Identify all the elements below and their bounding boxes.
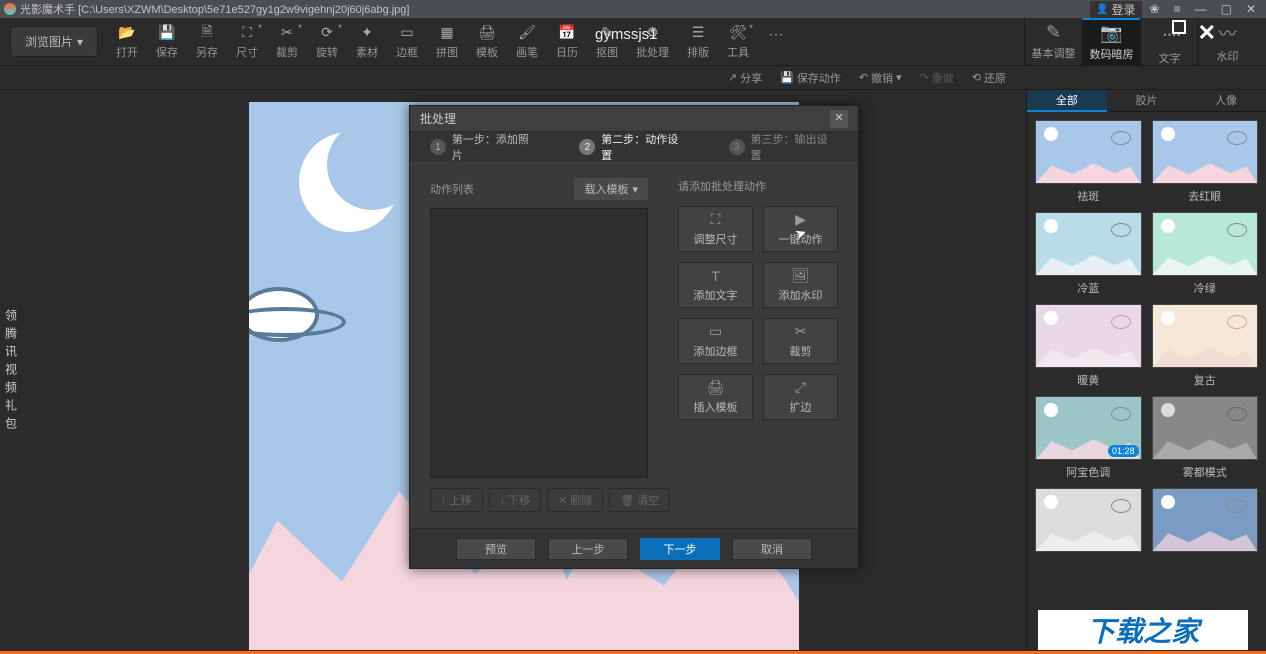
action-resize[interactable]: ⛶调整尺寸 [678, 206, 753, 252]
effect-item[interactable]: 01:28阿宝色调 [1035, 396, 1142, 480]
effects-grid: 祛斑 去红眼 冷蓝 冷绿 暖黄 复古 01:28阿宝色调 雾都模式 [1027, 112, 1266, 654]
move-up-button[interactable]: ↑ 上移 [430, 488, 483, 512]
effect-item[interactable]: 复古 [1152, 304, 1259, 388]
overlay-square-icon[interactable] [1172, 20, 1186, 34]
effect-item[interactable]: 去红眼 [1152, 120, 1259, 204]
dialog-title-bar: 批处理 ✕ [410, 106, 858, 132]
load-template-button[interactable]: 载入模板 ▾ [574, 178, 648, 200]
layout-button[interactable]: ☰排版 [687, 24, 709, 60]
browse-button[interactable]: 浏览图片 ▾ [10, 26, 98, 57]
effect-item[interactable] [1152, 488, 1259, 552]
window-title: 光影魔术手 [C:\Users\XZWM\Desktop\5e71e527gy1… [20, 1, 1090, 17]
saveas-button[interactable]: 🗎另存 [196, 24, 218, 60]
moon-graphic [299, 132, 399, 232]
dialog-footer: 预览 上一步 下一步 取消 [410, 528, 858, 568]
effect-item[interactable]: 祛斑 [1035, 120, 1142, 204]
titlebar: 光影魔术手 [C:\Users\XZWM\Desktop\5e71e527gy1… [0, 0, 1266, 18]
window-controls: 登录 ❀ ≡ — ▢ ✕ [1090, 1, 1262, 18]
tab-text[interactable]: ᠁文字 [1140, 18, 1198, 66]
time-badge: 01:28 [1108, 445, 1139, 457]
right-tabs: ✎基本调整 📷数码暗房 ᠁文字 〰水印 [1024, 18, 1256, 66]
prev-button[interactable]: 上一步 [548, 538, 628, 560]
cancel-button[interactable]: 取消 [732, 538, 812, 560]
dialog-left-panel: 动作列表 载入模板 ▾ ↑ 上移 ↓ 下移 ✕ 删除 🗑 清空 [430, 178, 648, 512]
preview-button[interactable]: 预览 [456, 538, 536, 560]
step-1[interactable]: 1第一步：添加照片 [430, 131, 539, 163]
action-grid: ⛶调整尺寸 ▶一键动作 T添加文字 🖼添加水印 ▭添加边框 ✂裁剪 🖨插入模板 … [678, 206, 838, 420]
border-button[interactable]: ▭边框 [396, 24, 418, 60]
move-down-button[interactable]: ↓ 下移 [489, 488, 542, 512]
dialog-title: 批处理 [420, 110, 456, 127]
tools-button[interactable]: 🛠工具 [727, 24, 749, 60]
size-button[interactable]: ⛶尺寸 [236, 24, 258, 60]
main-toolbar: 浏览图片 ▾ 📂打开 💾保存 🗎另存 ⛶尺寸 ✂裁剪 ⟳旋转 ✦素材 ▭边框 ▦… [0, 18, 1266, 66]
dialog-right-panel: 请添加批处理动作 ⛶调整尺寸 ▶一键动作 T添加文字 🖼添加水印 ▭添加边框 ✂… [678, 178, 838, 512]
share-button[interactable]: ↗ 分享 [728, 70, 762, 86]
rotate-button[interactable]: ⟳旋转 [316, 24, 338, 60]
step-3: 3第三步：输出设置 [729, 131, 838, 163]
save-button[interactable]: 💾保存 [156, 24, 178, 60]
app-icon [4, 3, 16, 15]
action-list[interactable] [430, 208, 648, 478]
open-button[interactable]: 📂打开 [116, 24, 138, 60]
step-2[interactable]: 2第二步：动作设置 [579, 131, 688, 163]
action-addborder[interactable]: ▭添加边框 [678, 318, 753, 364]
download-logo: 下载之家 [1038, 610, 1248, 650]
maximize-icon[interactable]: ▢ [1215, 2, 1238, 16]
promo-text: 领腾讯视频礼包 [3, 309, 20, 435]
batch-dialog: 批处理 ✕ 1第一步：添加照片 2第二步：动作设置 3第三步：输出设置 动作列表… [409, 105, 859, 569]
more-icon[interactable]: ⋯ [767, 26, 785, 58]
next-button[interactable]: 下一步 [640, 538, 720, 560]
collage-button[interactable]: ▦拼图 [436, 24, 458, 60]
overlay-close-icon[interactable]: ✕ [1198, 20, 1216, 46]
dialog-close-icon[interactable]: ✕ [830, 110, 848, 128]
effect-item[interactable]: 雾都模式 [1152, 396, 1259, 480]
minimize-icon[interactable]: — [1189, 2, 1213, 16]
brush-button[interactable]: 🖌画笔 [516, 24, 538, 60]
menu-icon[interactable]: ≡ [1168, 2, 1187, 16]
action-crop[interactable]: ✂裁剪 [763, 318, 838, 364]
effects-panel: 全部 胶片 人像 祛斑 去红眼 冷蓝 冷绿 暖黄 复古 01:28阿宝色调 雾都… [1026, 90, 1266, 654]
material-button[interactable]: ✦素材 [356, 24, 378, 60]
action-addwatermark[interactable]: 🖼添加水印 [763, 262, 838, 308]
effects-tabs: 全部 胶片 人像 [1027, 90, 1266, 112]
effects-tab-film[interactable]: 胶片 [1107, 90, 1187, 112]
effects-tab-portrait[interactable]: 人像 [1186, 90, 1266, 112]
restore-button[interactable]: ⟲ 还原 [972, 70, 1006, 86]
action-insert-template[interactable]: 🖨插入模板 [678, 374, 753, 420]
effect-item[interactable]: 冷蓝 [1035, 212, 1142, 296]
left-promo-strip[interactable]: 领腾讯视频礼包 [0, 90, 22, 654]
effect-item[interactable]: 冷绿 [1152, 212, 1259, 296]
action-list-label: 动作列表 [430, 181, 474, 197]
template-button[interactable]: 🖨模板 [476, 24, 498, 60]
effect-item[interactable] [1035, 488, 1142, 552]
effect-item[interactable]: 暖黄 [1035, 304, 1142, 388]
effects-tab-all[interactable]: 全部 [1027, 90, 1107, 112]
login-button[interactable]: 登录 [1090, 1, 1141, 18]
settings-icon[interactable]: ❀ [1144, 2, 1166, 16]
dialog-body: 动作列表 载入模板 ▾ ↑ 上移 ↓ 下移 ✕ 删除 🗑 清空 请添加批处理动作… [410, 162, 858, 528]
delete-button[interactable]: ✕ 删除 [547, 488, 603, 512]
overlay-watermark-text: gymssjs1 [595, 26, 658, 43]
secondary-bar: ↗ 分享 💾 保存动作 ↶ 撤销 ▾ ↷ 重做 ⟲ 还原 [0, 66, 1266, 90]
action-addtext[interactable]: T添加文字 [678, 262, 753, 308]
calendar-button[interactable]: 📅日历 [556, 24, 578, 60]
undo-button[interactable]: ↶ 撤销 ▾ [859, 70, 902, 86]
save-action-button[interactable]: 💾 保存动作 [780, 70, 841, 86]
dialog-steps: 1第一步：添加照片 2第二步：动作设置 3第三步：输出设置 [410, 132, 858, 162]
planet-graphic [249, 287, 319, 342]
close-icon[interactable]: ✕ [1240, 2, 1262, 16]
redo-button[interactable]: ↷ 重做 [920, 70, 954, 86]
tab-basic[interactable]: ✎基本调整 [1024, 18, 1082, 66]
action-expand[interactable]: ⤢扩边 [763, 374, 838, 420]
crop-button[interactable]: ✂裁剪 [276, 24, 298, 60]
list-buttons: ↑ 上移 ↓ 下移 ✕ 删除 🗑 清空 [430, 488, 648, 512]
clear-button[interactable]: 🗑 清空 [609, 488, 670, 512]
tab-darkroom[interactable]: 📷数码暗房 [1082, 18, 1140, 66]
add-action-label: 请添加批处理动作 [678, 178, 838, 194]
